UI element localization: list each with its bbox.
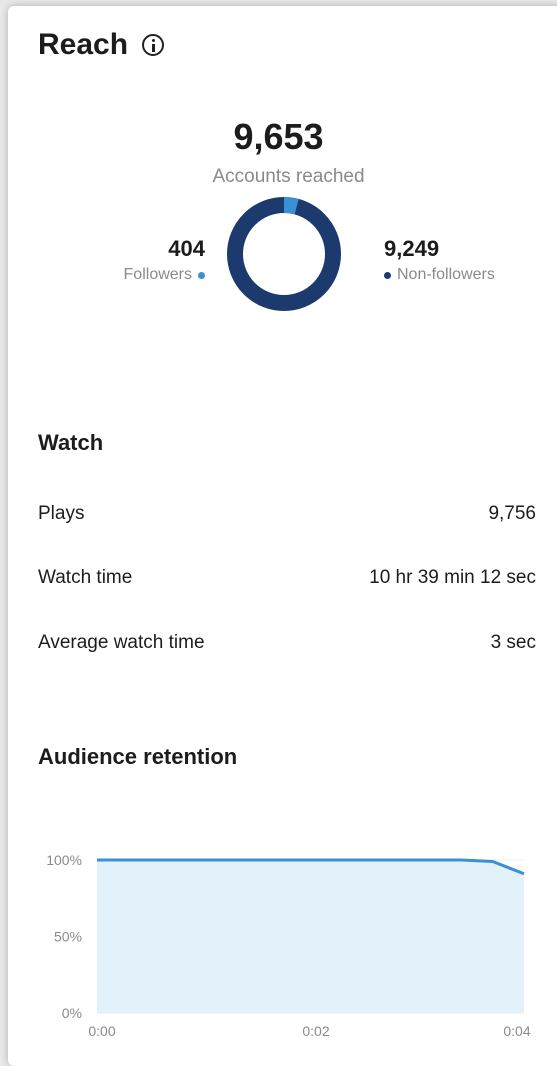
x-tick-label: 0:04 bbox=[503, 1023, 530, 1039]
metric-row-watch-time: Watch time 10 hr 39 min 12 sec bbox=[38, 567, 536, 589]
reach-title: Reach bbox=[38, 28, 165, 62]
y-tick-label: 100% bbox=[46, 852, 82, 868]
non-followers-value: 9,249 bbox=[384, 236, 440, 261]
metric-row-plays: Plays 9,756 bbox=[38, 503, 536, 525]
audience-retention-chart: 100% 50% 0% 0:00 0:02 0:04 bbox=[46, 852, 531, 1039]
x-tick-label: 0:02 bbox=[302, 1023, 329, 1039]
x-tick-label: 0:00 bbox=[88, 1023, 115, 1039]
metric-value: 9,756 bbox=[488, 503, 536, 524]
metric-label: Average watch time bbox=[38, 632, 205, 653]
watch-section-title: Watch bbox=[38, 430, 104, 455]
metric-row-average-watch-time: Average watch time 3 sec bbox=[38, 632, 536, 654]
y-tick-label: 0% bbox=[62, 1005, 82, 1021]
metric-value: 3 sec bbox=[490, 632, 536, 653]
non-followers-label: Non-followers bbox=[397, 266, 495, 283]
followers-legend-dot bbox=[198, 271, 205, 279]
metric-label: Watch time bbox=[38, 567, 133, 588]
non-followers-legend-dot bbox=[384, 271, 391, 279]
metric-label: Plays bbox=[38, 503, 85, 524]
accounts-reached-value: 9,653 bbox=[233, 116, 324, 157]
audience-retention-title: Audience retention bbox=[38, 744, 238, 769]
retention-area bbox=[97, 860, 524, 1013]
metric-value: 10 hr 39 min 12 sec bbox=[369, 567, 536, 588]
accounts-reached-label: Accounts reached bbox=[212, 166, 365, 187]
reach-donut-chart bbox=[227, 197, 341, 311]
donut-non-followers-arc bbox=[227, 197, 341, 311]
followers-value: 404 bbox=[168, 236, 205, 261]
reach-title-text: Reach bbox=[38, 28, 129, 61]
non-followers-stat: 9,249 Non-followers bbox=[384, 236, 495, 284]
followers-stat: 404 Followers bbox=[124, 236, 205, 284]
y-tick-label: 50% bbox=[54, 929, 82, 945]
followers-label: Followers bbox=[123, 266, 192, 283]
info-icon[interactable] bbox=[142, 34, 165, 56]
